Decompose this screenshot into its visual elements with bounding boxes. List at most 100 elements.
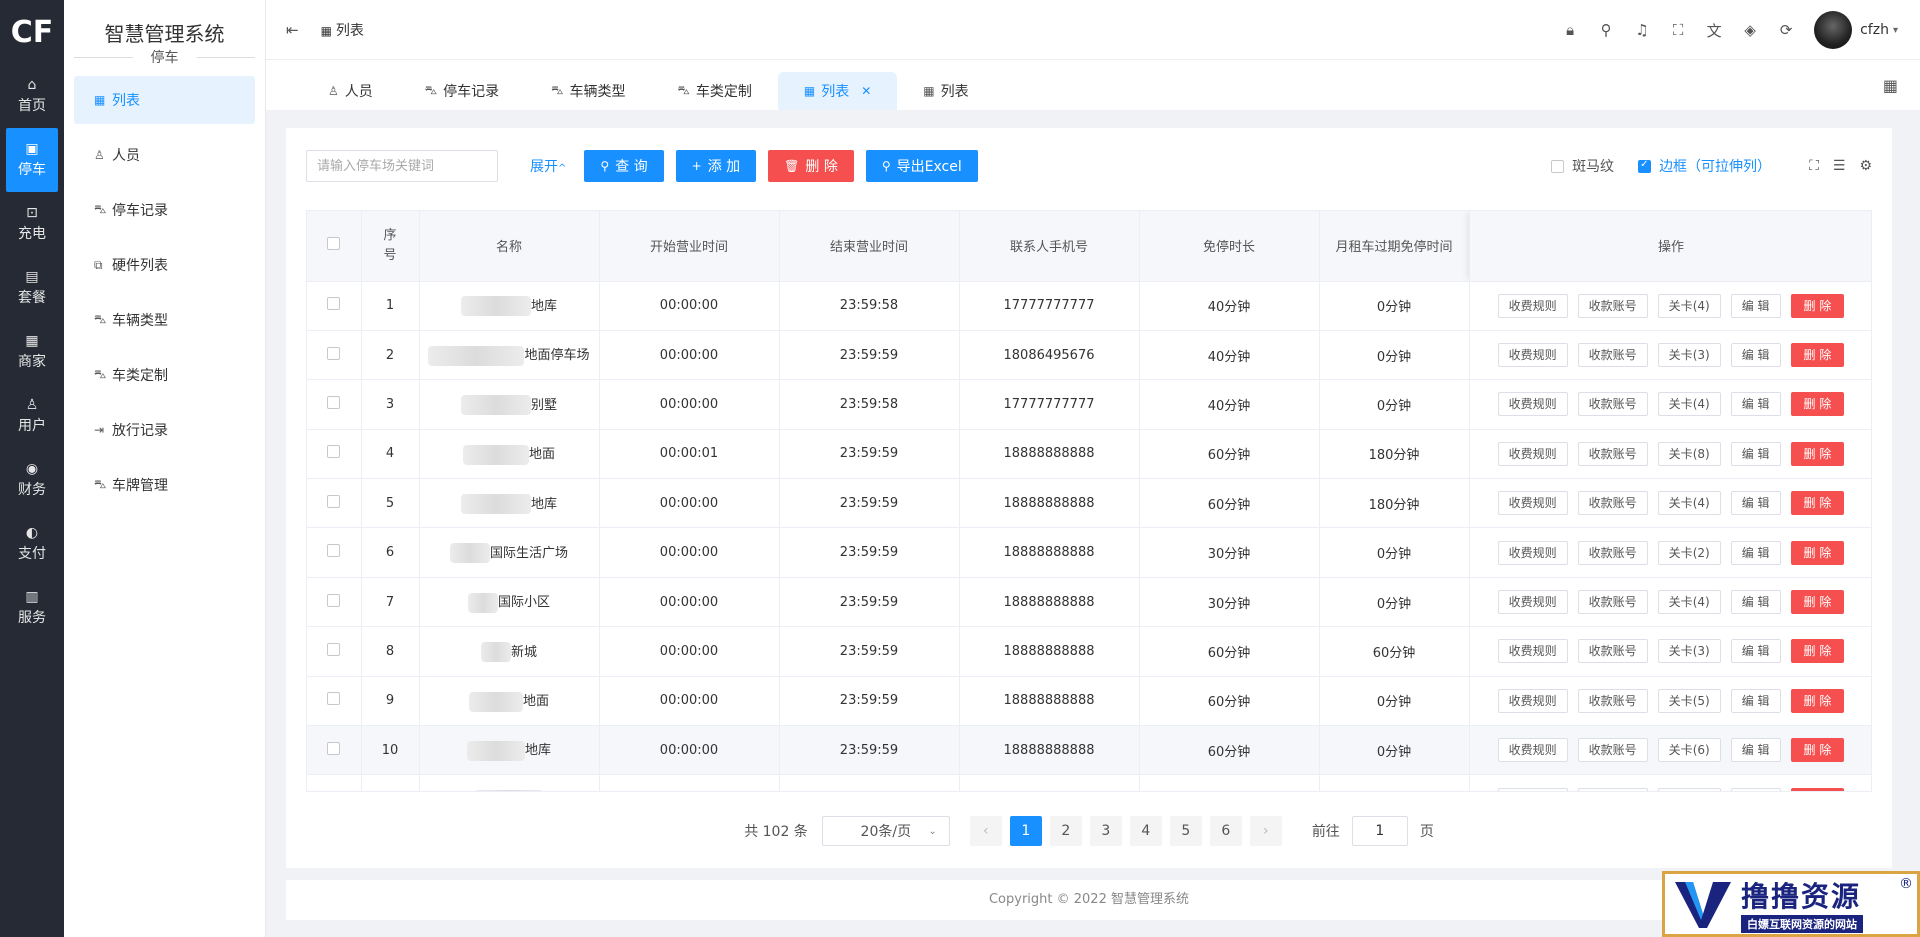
close-icon[interactable]: ✕ xyxy=(861,84,871,98)
row-delete-button[interactable]: 删 除 xyxy=(1790,590,1845,615)
table-row[interactable]: 9 地面 00:00:00 23:59:59 18888888888 60分钟 0分钟 收费规… xyxy=(307,676,1871,727)
page-button-5[interactable]: 5 xyxy=(1169,816,1202,846)
rail-item-3[interactable]: ▤ 套餐 xyxy=(0,256,64,320)
gates-button[interactable]: 关卡(4) xyxy=(1657,293,1721,318)
payment-account-button[interactable]: 收款账号 xyxy=(1577,540,1648,565)
payment-account-button[interactable]: 收款账号 xyxy=(1577,441,1648,466)
payment-account-button[interactable]: 收款账号 xyxy=(1577,639,1648,664)
fee-rules-button[interactable]: 收费规则 xyxy=(1497,441,1568,466)
table-row[interactable]: 6 国际生活广场 00:00:00 23:59:59 18888888888 30分钟 0分… xyxy=(307,527,1871,578)
page-button-2[interactable]: 2 xyxy=(1049,816,1082,846)
edit-button[interactable]: 编 辑 xyxy=(1730,639,1781,664)
row-delete-button[interactable]: 删 除 xyxy=(1790,540,1845,565)
fee-rules-button[interactable]: 收费规则 xyxy=(1497,491,1568,516)
fee-rules-button[interactable]: 收费规则 xyxy=(1497,787,1568,791)
table-row[interactable]: 4 地面 00:00:01 23:59:59 18888888888 60分钟 180分钟收… xyxy=(307,429,1871,480)
fee-rules-button[interactable]: 收费规则 xyxy=(1497,639,1568,664)
gates-button[interactable]: 关卡(4) xyxy=(1657,787,1721,791)
refresh-icon[interactable]: ⟳ xyxy=(1768,21,1804,39)
row-delete-button[interactable]: 删 除 xyxy=(1790,787,1845,791)
tab-5[interactable]: ▦ 列表 xyxy=(897,72,994,110)
rail-item-1[interactable]: ▣ 停车 xyxy=(6,128,58,192)
tab-4[interactable]: ▦ 列表 ✕ xyxy=(777,72,898,110)
add-button[interactable]: + 添 加 xyxy=(675,150,757,182)
payment-account-button[interactable]: 收款账号 xyxy=(1577,343,1648,368)
column-settings-icon[interactable]: ☰ xyxy=(1833,158,1846,174)
prev-page-button[interactable]: ‹ xyxy=(969,816,1002,846)
fee-rules-button[interactable]: 收费规则 xyxy=(1497,343,1568,368)
row-checkbox[interactable] xyxy=(327,692,341,706)
row-checkbox[interactable] xyxy=(327,346,341,360)
row-checkbox[interactable] xyxy=(327,494,341,508)
fee-rules-button[interactable]: 收费规则 xyxy=(1497,293,1568,318)
edit-button[interactable]: 编 辑 xyxy=(1730,392,1781,417)
page-button-6[interactable]: 6 xyxy=(1209,816,1242,846)
fee-rules-button[interactable]: 收费规则 xyxy=(1497,688,1568,713)
fullscreen-icon[interactable]: ⛶ xyxy=(1660,21,1696,39)
tab-3[interactable]: ⛍ 车类定制 xyxy=(652,72,778,110)
edit-button[interactable]: 编 辑 xyxy=(1730,540,1781,565)
translate-icon[interactable]: 文 xyxy=(1696,20,1732,41)
row-checkbox[interactable] xyxy=(327,445,341,459)
payment-account-button[interactable]: 收款账号 xyxy=(1577,392,1648,417)
row-delete-button[interactable]: 删 除 xyxy=(1790,738,1845,763)
table-row[interactable]: 1 地库 00:00:00 23:59:58 17777777777 40分钟 0分钟 收费规… xyxy=(307,281,1871,331)
edit-button[interactable]: 编 辑 xyxy=(1730,590,1781,615)
rail-item-4[interactable]: ▦ 商家 xyxy=(0,320,64,384)
chevron-down-icon[interactable]: ▾ xyxy=(1893,25,1898,36)
search-input[interactable] xyxy=(306,150,498,182)
collapse-menu-icon[interactable]: ⇤ xyxy=(286,21,299,39)
row-delete-button[interactable]: 删 除 xyxy=(1790,441,1845,466)
table-row[interactable]: 11 00:00:0023:59:591888888888830分钟60分钟收费规… xyxy=(307,774,1871,792)
gates-button[interactable]: 关卡(2) xyxy=(1657,540,1721,565)
tab-1[interactable]: ⛍ 停车记录 xyxy=(399,72,525,110)
row-delete-button[interactable]: 删 除 xyxy=(1790,688,1845,713)
goto-page-input[interactable] xyxy=(1351,816,1408,846)
gates-button[interactable]: 关卡(8) xyxy=(1657,441,1721,466)
expand-button[interactable]: 展开^ xyxy=(530,156,566,176)
submenu-item-3[interactable]: ⧉ 硬件列表 xyxy=(74,241,255,289)
app-logo[interactable]: CF xyxy=(0,0,64,64)
rail-item-0[interactable]: ⌂ 首页 xyxy=(0,64,64,128)
gates-button[interactable]: 关卡(3) xyxy=(1657,639,1721,664)
submenu-item-1[interactable]: ♙ 人员 xyxy=(74,131,255,179)
border-checkbox[interactable] xyxy=(1638,159,1652,173)
tab-0[interactable]: ♙ 人员 xyxy=(302,72,399,110)
gates-button[interactable]: 关卡(4) xyxy=(1657,392,1721,417)
edit-button[interactable]: 编 辑 xyxy=(1730,787,1781,791)
rail-item-5[interactable]: ♙ 用户 xyxy=(0,384,64,448)
rail-item-6[interactable]: ◉ 财务 xyxy=(0,448,64,512)
gates-button[interactable]: 关卡(4) xyxy=(1657,491,1721,516)
submenu-item-2[interactable]: ⛍ 停车记录 xyxy=(74,186,255,234)
row-delete-button[interactable]: 删 除 xyxy=(1790,392,1845,417)
table-row[interactable]: 3 别墅 00:00:00 23:59:58 17777777777 40分钟 0分钟 收费规… xyxy=(307,379,1871,430)
submenu-item-5[interactable]: ⛍ 车类定制 xyxy=(74,351,255,399)
fee-rules-button[interactable]: 收费规则 xyxy=(1497,738,1568,763)
payment-account-button[interactable]: 收款账号 xyxy=(1577,590,1648,615)
fee-rules-button[interactable]: 收费规则 xyxy=(1497,540,1568,565)
row-delete-button[interactable]: 删 除 xyxy=(1790,293,1845,318)
next-page-button[interactable]: › xyxy=(1249,816,1282,846)
table-row[interactable]: 10 地库 00:00:00 23:59:59 18888888888 60分钟 0分钟 收费… xyxy=(307,725,1871,776)
username[interactable]: cfzh xyxy=(1860,22,1889,38)
stripe-checkbox[interactable] xyxy=(1551,159,1565,173)
row-delete-button[interactable]: 删 除 xyxy=(1790,639,1845,664)
select-all-checkbox[interactable] xyxy=(327,237,341,251)
row-checkbox[interactable] xyxy=(327,741,341,755)
gates-button[interactable]: 关卡(5) xyxy=(1657,688,1721,713)
row-checkbox[interactable] xyxy=(327,791,340,792)
payment-account-button[interactable]: 收款账号 xyxy=(1577,688,1648,713)
tab-menu-icon[interactable]: ▦ xyxy=(1883,76,1898,95)
table-row[interactable]: 2 地面停车场 00:00:00 23:59:59 18086495676 40分钟 0分钟… xyxy=(307,330,1871,381)
fee-rules-button[interactable]: 收费规则 xyxy=(1497,590,1568,615)
edit-button[interactable]: 编 辑 xyxy=(1730,293,1781,318)
row-checkbox[interactable] xyxy=(327,642,341,656)
bell-icon[interactable]: ♫ xyxy=(1624,21,1660,39)
table-row[interactable]: 7 国际小区 00:00:00 23:59:59 18888888888 30分钟 0分钟收… xyxy=(307,577,1871,628)
page-button-1[interactable]: 1 xyxy=(1009,816,1042,846)
theme-icon[interactable]: ◈ xyxy=(1732,21,1768,39)
payment-account-button[interactable]: 收款账号 xyxy=(1577,491,1648,516)
payment-account-button[interactable]: 收款账号 xyxy=(1577,738,1648,763)
payment-account-button[interactable]: 收款账号 xyxy=(1577,787,1648,791)
row-checkbox[interactable] xyxy=(327,297,341,311)
